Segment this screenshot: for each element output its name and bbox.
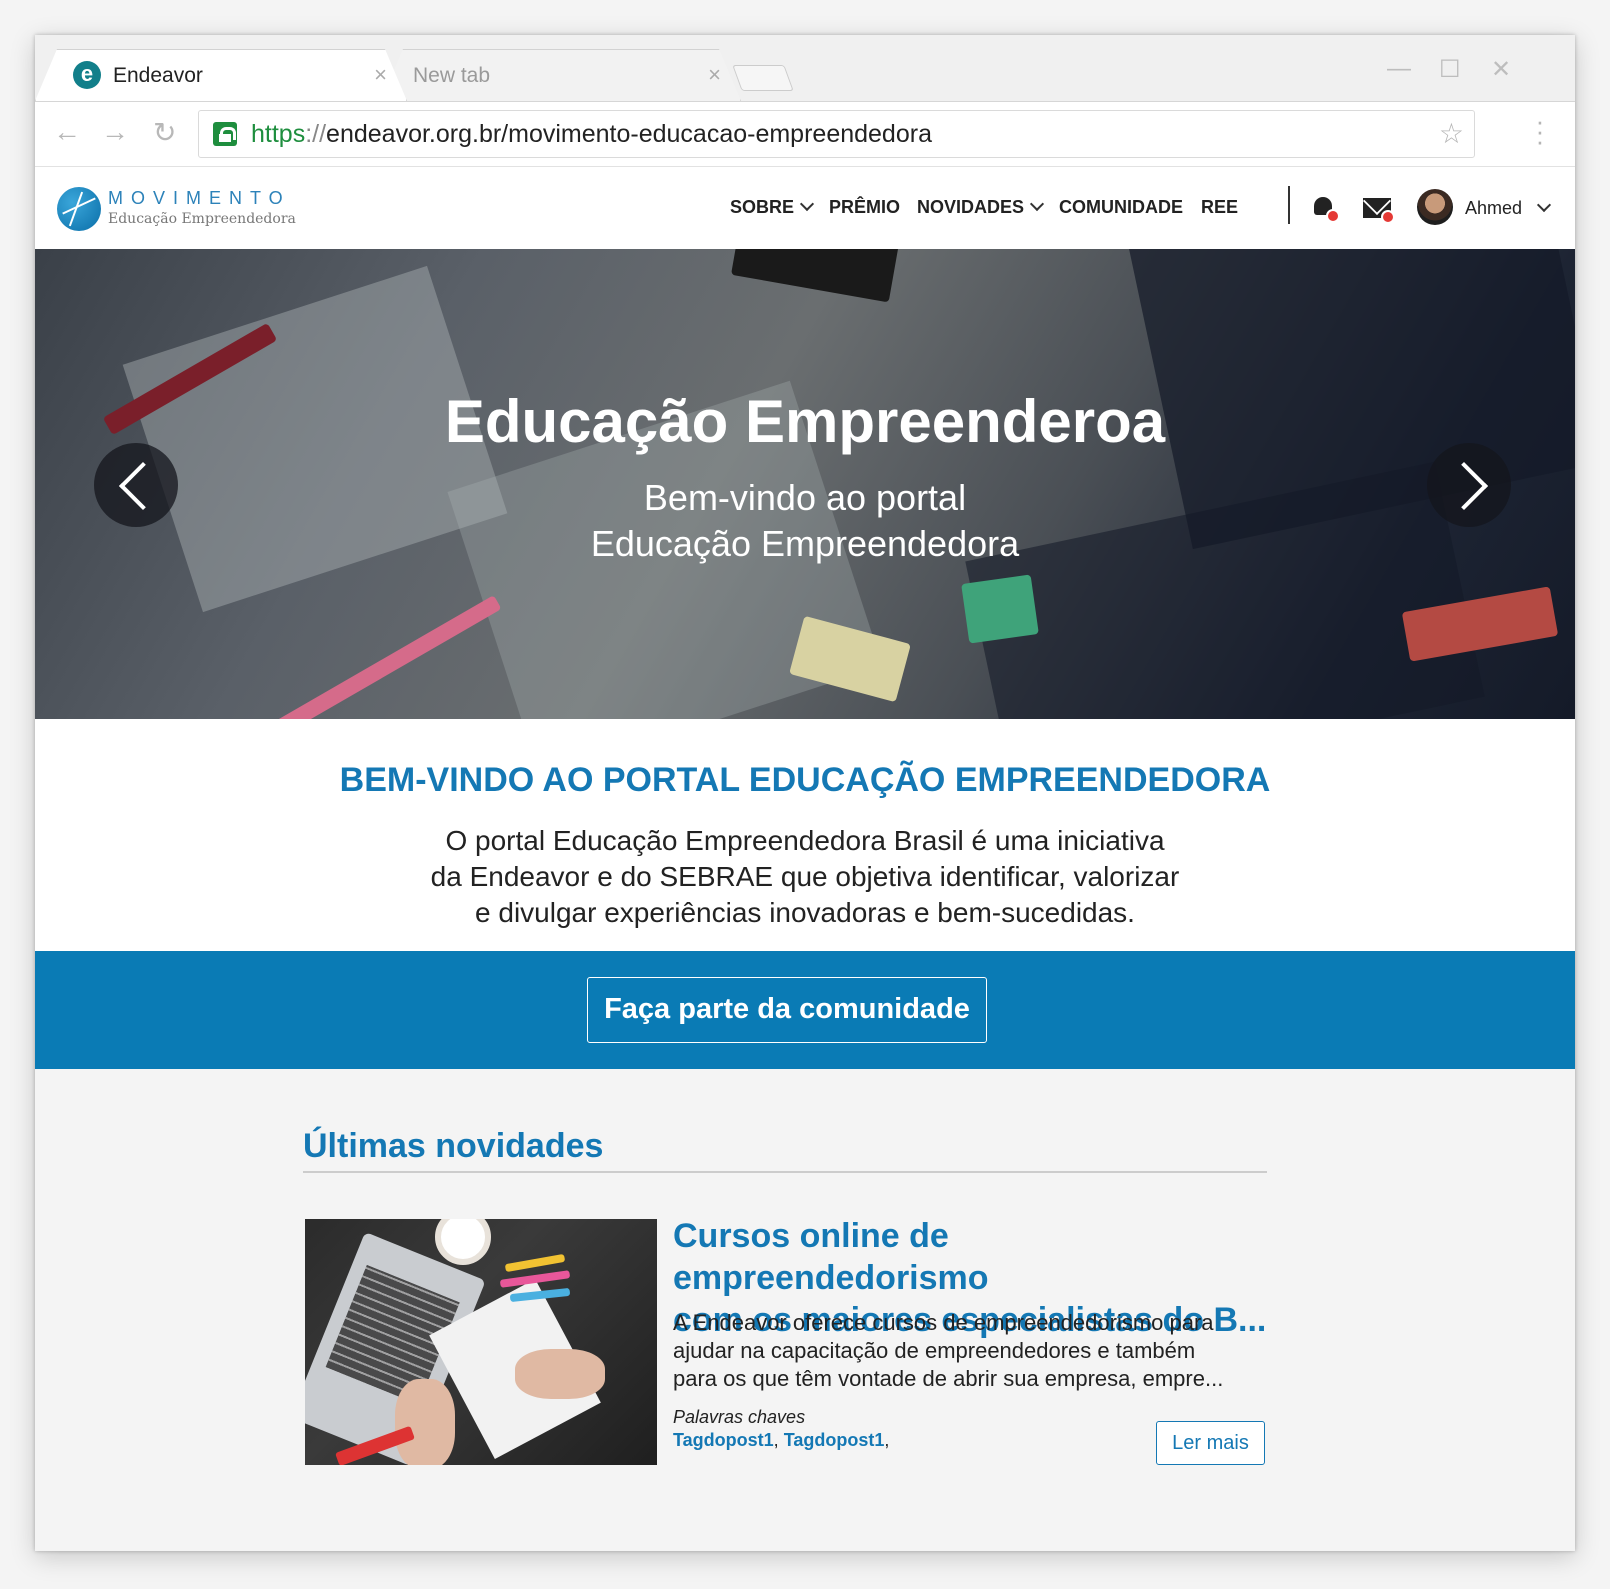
nav-item-sobre[interactable]: SOBRE bbox=[730, 196, 815, 218]
tab-close-icon[interactable]: × bbox=[708, 62, 721, 88]
join-community-button[interactable]: Faça parte da comunidade bbox=[587, 977, 987, 1043]
lock-icon bbox=[213, 122, 237, 146]
news-thumbnail[interactable] bbox=[305, 1219, 657, 1465]
avatar[interactable] bbox=[1417, 189, 1453, 225]
url-text: https://endeavor.org.br/movimento-educac… bbox=[251, 120, 932, 149]
new-tab-button[interactable] bbox=[732, 65, 794, 91]
hero-subtitle-line: Educação Empreendedora bbox=[590, 523, 1020, 564]
hero-device bbox=[731, 249, 899, 303]
tab-title: New tab bbox=[413, 64, 491, 87]
notifications-bell-icon[interactable] bbox=[1312, 195, 1340, 223]
nav-label: REE bbox=[1201, 197, 1239, 217]
user-menu-chevron-down-icon[interactable] bbox=[1531, 197, 1552, 219]
back-arrow-icon[interactable]: ← bbox=[53, 116, 81, 148]
welcome-title: BEM-VINDO AO PORTAL EDUCAÇÃO EMPREENDEDO… bbox=[339, 761, 1271, 799]
welcome-section: BEM-VINDO AO PORTAL EDUCAÇÃO EMPREENDEDO… bbox=[35, 719, 1575, 951]
url-separator: :// bbox=[305, 120, 327, 148]
nav-divider bbox=[1288, 186, 1290, 224]
messages-envelope-icon[interactable] bbox=[1363, 198, 1395, 224]
tab-close-icon[interactable]: × bbox=[374, 62, 387, 88]
news-section-title: Últimas novidades bbox=[303, 1127, 604, 1165]
divider bbox=[303, 1171, 1267, 1173]
site-header: MOVIMENTO Educação Empreendedora SOBRE P… bbox=[35, 167, 1575, 249]
tag-link[interactable]: Tagdopost1 bbox=[673, 1430, 774, 1450]
nav-label: SOBRE bbox=[730, 197, 795, 217]
cta-banner: Faça parte da comunidade bbox=[35, 951, 1575, 1069]
url-scheme: https bbox=[251, 120, 306, 148]
tag-list: Tagdopost1, Tagdopost1, bbox=[673, 1430, 889, 1451]
welcome-text-line: O portal Educação Empreendedora Brasil é… bbox=[445, 825, 1165, 856]
news-excerpt-line: para os que têm vontade de abrir sua emp… bbox=[673, 1366, 1224, 1391]
user-name[interactable]: Ahmed bbox=[1465, 198, 1522, 219]
kebab-icon[interactable]: · · · bbox=[1535, 108, 1545, 154]
tag-separator: , bbox=[884, 1430, 890, 1450]
nav-item-novidades[interactable]: NOVIDADES bbox=[917, 196, 1045, 218]
nav-item-comunidade[interactable]: COMUNIDADE bbox=[1059, 197, 1183, 218]
browser-toolbar: ← → ↻ https://endeavor.org.br/movimento-… bbox=[35, 101, 1575, 167]
hero-carousel: Educação Empreenderoa Bem-vindo ao porta… bbox=[35, 249, 1575, 719]
logo-subtitle[interactable]: Educação Empreendedora bbox=[108, 211, 296, 227]
tag-separator: , bbox=[773, 1430, 784, 1450]
news-excerpt-line: A Endeavor oferece cursos de empreendedo… bbox=[673, 1310, 1214, 1335]
reload-icon[interactable]: ↻ bbox=[153, 116, 176, 149]
browser-window: New tab × e Endeavor × — ☐ ✕ ← → ↻ https… bbox=[35, 35, 1575, 1551]
news-excerpt-line: ajudar na capacitação de empreendedores … bbox=[673, 1338, 1196, 1363]
message-dot bbox=[1381, 210, 1395, 224]
news-headline-line: Cursos online de empreendedorismo bbox=[673, 1217, 989, 1297]
nav-label: PRÊMIO bbox=[829, 197, 901, 217]
carousel-next-chevron-right-icon[interactable] bbox=[1427, 443, 1511, 527]
forward-arrow-icon[interactable]: → bbox=[101, 116, 129, 148]
hero-color-swatch bbox=[961, 574, 1039, 644]
tab-new-tab[interactable]: New tab × bbox=[381, 49, 741, 101]
url-path: endeavor.org.br/movimento-educacao-empre… bbox=[326, 120, 932, 148]
close-window-icon[interactable]: ✕ bbox=[1491, 55, 1511, 84]
hero-pen bbox=[268, 595, 502, 719]
tab-title: Endeavor bbox=[113, 64, 203, 87]
welcome-text-line: e divulgar experiências inovadoras e bem… bbox=[475, 897, 1135, 928]
address-bar[interactable]: https://endeavor.org.br/movimento-educac… bbox=[198, 110, 1475, 158]
welcome-text-line: da Endeavor e do SEBRAE que objetiva ide… bbox=[430, 861, 1180, 892]
thumbnail-hand bbox=[515, 1349, 605, 1399]
star-icon[interactable]: ☆ bbox=[1439, 117, 1464, 150]
maximize-icon[interactable]: ☐ bbox=[1439, 55, 1461, 84]
movimento-logo-icon[interactable] bbox=[57, 187, 101, 231]
notification-dot bbox=[1326, 209, 1340, 223]
chevron-down-icon bbox=[1029, 196, 1045, 212]
hero-subtitle: Bem-vindo ao portal Educação Empreendedo… bbox=[35, 475, 1575, 567]
tab-endeavor[interactable]: e Endeavor × bbox=[35, 49, 407, 101]
chevron-down-icon bbox=[799, 196, 815, 212]
endeavor-favicon-icon: e bbox=[73, 61, 101, 89]
carousel-prev-chevron-left-icon[interactable] bbox=[94, 443, 178, 527]
tag-link[interactable]: Tagdopost1 bbox=[784, 1430, 885, 1450]
hero-title: Educação Empreenderoa bbox=[444, 388, 1166, 455]
nav-label: NOVIDADES bbox=[917, 197, 1025, 217]
nav-item-premio[interactable]: PRÊMIO bbox=[829, 197, 900, 218]
thumbnail-coffee-cup bbox=[435, 1219, 491, 1265]
hero-subtitle-line: Bem-vindo ao portal bbox=[643, 477, 967, 518]
thumbnail-marker bbox=[504, 1253, 566, 1273]
read-more-button[interactable]: Ler mais bbox=[1156, 1421, 1265, 1465]
thumbnail-hand bbox=[395, 1379, 455, 1465]
news-section: Últimas novidades Cursos online de empre… bbox=[35, 1069, 1575, 1551]
minimize-icon[interactable]: — bbox=[1387, 55, 1411, 83]
nav-label: COMUNIDADE bbox=[1059, 197, 1183, 217]
keywords-label: Palavras chaves bbox=[673, 1407, 806, 1427]
logo-title[interactable]: MOVIMENTO bbox=[108, 188, 291, 209]
tab-strip: New tab × e Endeavor × — ☐ ✕ bbox=[35, 35, 1575, 101]
nav-item-ree[interactable]: REE bbox=[1201, 197, 1238, 218]
welcome-text: O portal Educação Empreendedora Brasil é… bbox=[335, 823, 1275, 931]
news-excerpt: A Endeavor oferece cursos de empreendedo… bbox=[673, 1309, 1273, 1393]
